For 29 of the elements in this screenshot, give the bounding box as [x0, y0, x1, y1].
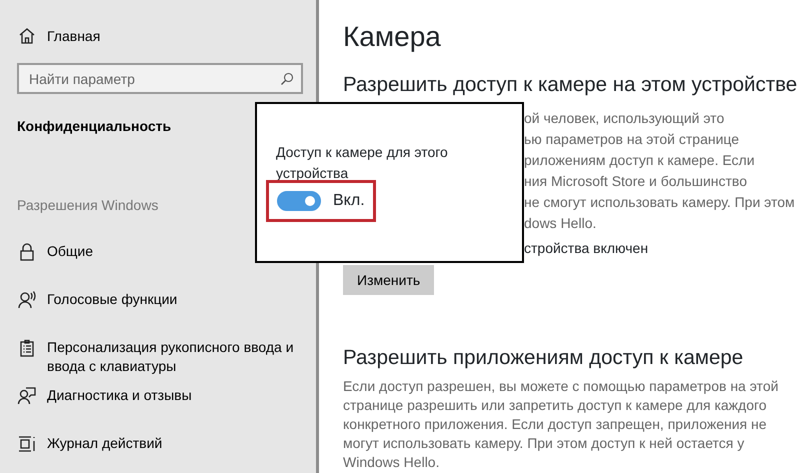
paragraph-line: риложениям доступ к камере. Если: [524, 151, 756, 170]
sidebar-item[interactable]: Голосовые функции: [17, 290, 316, 338]
home-link[interactable]: Главная: [17, 26, 100, 47]
page-title: Камера: [343, 20, 442, 54]
search-field[interactable]: Найти параметр: [17, 63, 303, 94]
sidebar-item[interactable]: Общие: [17, 242, 316, 290]
timeline-icon: [17, 434, 37, 454]
toggle-state: Вкл.: [333, 191, 365, 211]
description-text: Если доступ разрешен, вы можете с помощью параметров на этой странице разрешить или запретить доступ к камере для каждого конкретного приложения. Если доступ запрещен, приложения не могут использовать камеру. При этом доступ к ней остается у Windows Hello.: [343, 377, 780, 472]
group-title: Разрешения Windows: [17, 196, 158, 215]
paragraph-line: ой человек, использующий это: [524, 109, 726, 128]
person-chat-icon: [17, 386, 37, 406]
status-text: стройства включен: [524, 239, 650, 258]
paragraph-line: ью параметров на этой странице: [524, 130, 740, 149]
person-sound-icon: [17, 290, 37, 310]
sidebar-item[interactable]: Персонализация рукописного ввода и ввода с клавиатуры: [17, 338, 316, 386]
sidebar-item[interactable]: Диагностика и отзывы: [17, 386, 316, 434]
section-title: Конфиденциальность: [17, 117, 172, 136]
section-heading: Разрешить приложениям доступ к камере: [343, 345, 744, 371]
section-heading: Разрешить доступ к камере на этом устройстве: [343, 72, 798, 98]
paragraph-line: dows Hello.: [524, 214, 598, 233]
home-icon: [17, 26, 37, 46]
toggle-label: Доступ к камере для этого устройства: [276, 143, 449, 183]
search-icon: [280, 72, 294, 86]
change-button[interactable]: Изменить: [343, 265, 434, 295]
paragraph-line: не смогут использовать камеру. При этом: [524, 193, 796, 212]
paragraph-line: ния Microsoft Store и большинство: [524, 172, 748, 191]
sidebar-item[interactable]: Журнал действий: [17, 434, 316, 473]
toggle-switch[interactable]: [277, 191, 321, 211]
